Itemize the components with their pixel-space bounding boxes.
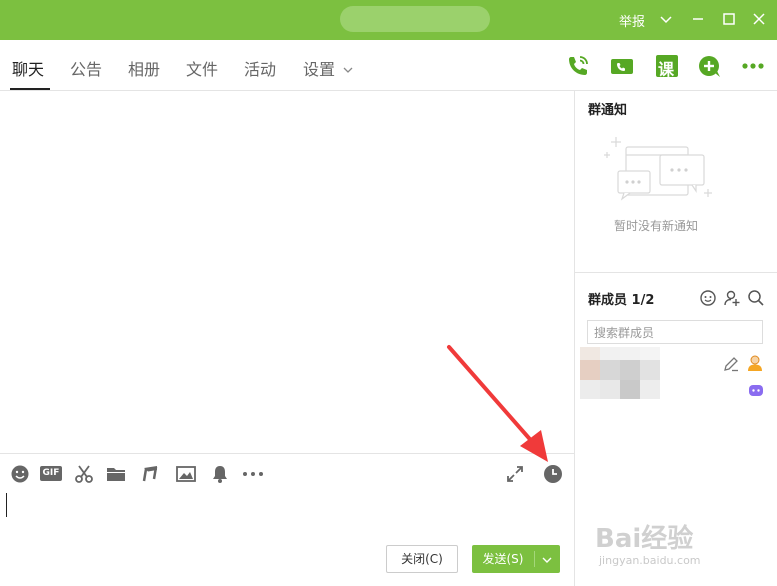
member-emoji-icon[interactable] [699,289,717,307]
minimize-icon[interactable] [688,9,708,29]
gif-icon[interactable]: GIF [40,466,62,481]
send-button-separator [534,551,535,567]
group-owner-icon [746,354,764,372]
send-button[interactable]: 发送(S) [472,545,560,573]
watermark-url: jingyan.baidu.com [599,554,701,567]
member-list[interactable] [580,347,660,399]
message-input[interactable]: 关闭(C) 发送(S) [0,491,574,586]
add-icon[interactable] [698,54,722,78]
report-link[interactable]: 举报 [619,11,645,30]
close-button[interactable]: 关闭(C) [386,545,458,573]
clock-icon[interactable] [543,464,563,484]
phone-call-icon[interactable] [566,54,590,78]
tab-announcement[interactable]: 公告 [70,60,102,80]
group-title-blurred [340,6,490,32]
scissors-icon[interactable] [74,464,94,484]
pixelated-name [640,347,660,360]
pixelated-name [640,360,660,380]
video-call-icon[interactable] [610,54,634,78]
members-title: 群成员 1/2 [588,293,655,308]
image-icon[interactable] [176,464,196,484]
pixelated-name [640,380,660,399]
close-icon[interactable] [749,9,769,29]
pixelated-avatar [580,347,600,360]
member-search-icon[interactable] [747,289,765,307]
member-search-input[interactable]: 搜索群成员 [587,320,763,344]
bell-icon[interactable] [210,464,230,484]
lesson-icon[interactable]: 课 [655,54,679,79]
robot-icon [748,382,764,398]
input-toolbar: GIF [0,453,574,492]
pixelated-name [600,380,620,399]
folder-icon[interactable] [106,464,126,484]
text-caret [6,493,7,517]
edit-icon[interactable] [722,355,740,373]
maximize-icon[interactable] [719,9,739,29]
watermark-brand: Bai经验 [595,524,694,554]
tab-album[interactable]: 相册 [128,60,160,80]
pixelated-name [620,347,640,360]
tab-settings[interactable]: 设置 [303,60,335,80]
notice-empty-text: 暂时没有新通知 [614,219,699,233]
baidu-watermark: Bai经验 jingyan.baidu.com [595,500,745,580]
sidebar-section-divider [575,272,777,273]
pixelated-name [620,360,640,380]
tab-chat[interactable]: 聊天 [12,60,44,80]
title-bar: 举报 [0,0,777,40]
active-tab-indicator [10,88,50,90]
chevron-down-icon[interactable] [656,9,676,29]
tab-activities[interactable]: 活动 [244,60,276,80]
send-button-label: 发送(S) [482,552,524,566]
more-icon[interactable] [741,54,765,78]
music-icon[interactable] [140,464,160,484]
more-dots-icon[interactable] [242,464,266,484]
pixelated-avatar [580,360,600,380]
tab-files[interactable]: 文件 [186,60,218,80]
send-options-chevron-icon[interactable] [540,553,554,567]
pixelated-name [600,360,620,380]
emoji-icon[interactable] [10,464,30,484]
add-member-icon[interactable] [723,289,741,307]
chat-message-area[interactable] [0,91,574,453]
notice-title: 群通知 [588,103,628,118]
expand-icon[interactable] [505,464,525,484]
sidebar-divider [574,91,575,586]
settings-chevron-icon[interactable] [341,62,355,76]
lesson-icon-label: 课 [658,60,675,79]
empty-notice-illustration-icon [600,135,715,205]
pixelated-name [600,347,620,360]
pixelated-avatar [580,380,600,399]
pixelated-name [620,380,640,399]
